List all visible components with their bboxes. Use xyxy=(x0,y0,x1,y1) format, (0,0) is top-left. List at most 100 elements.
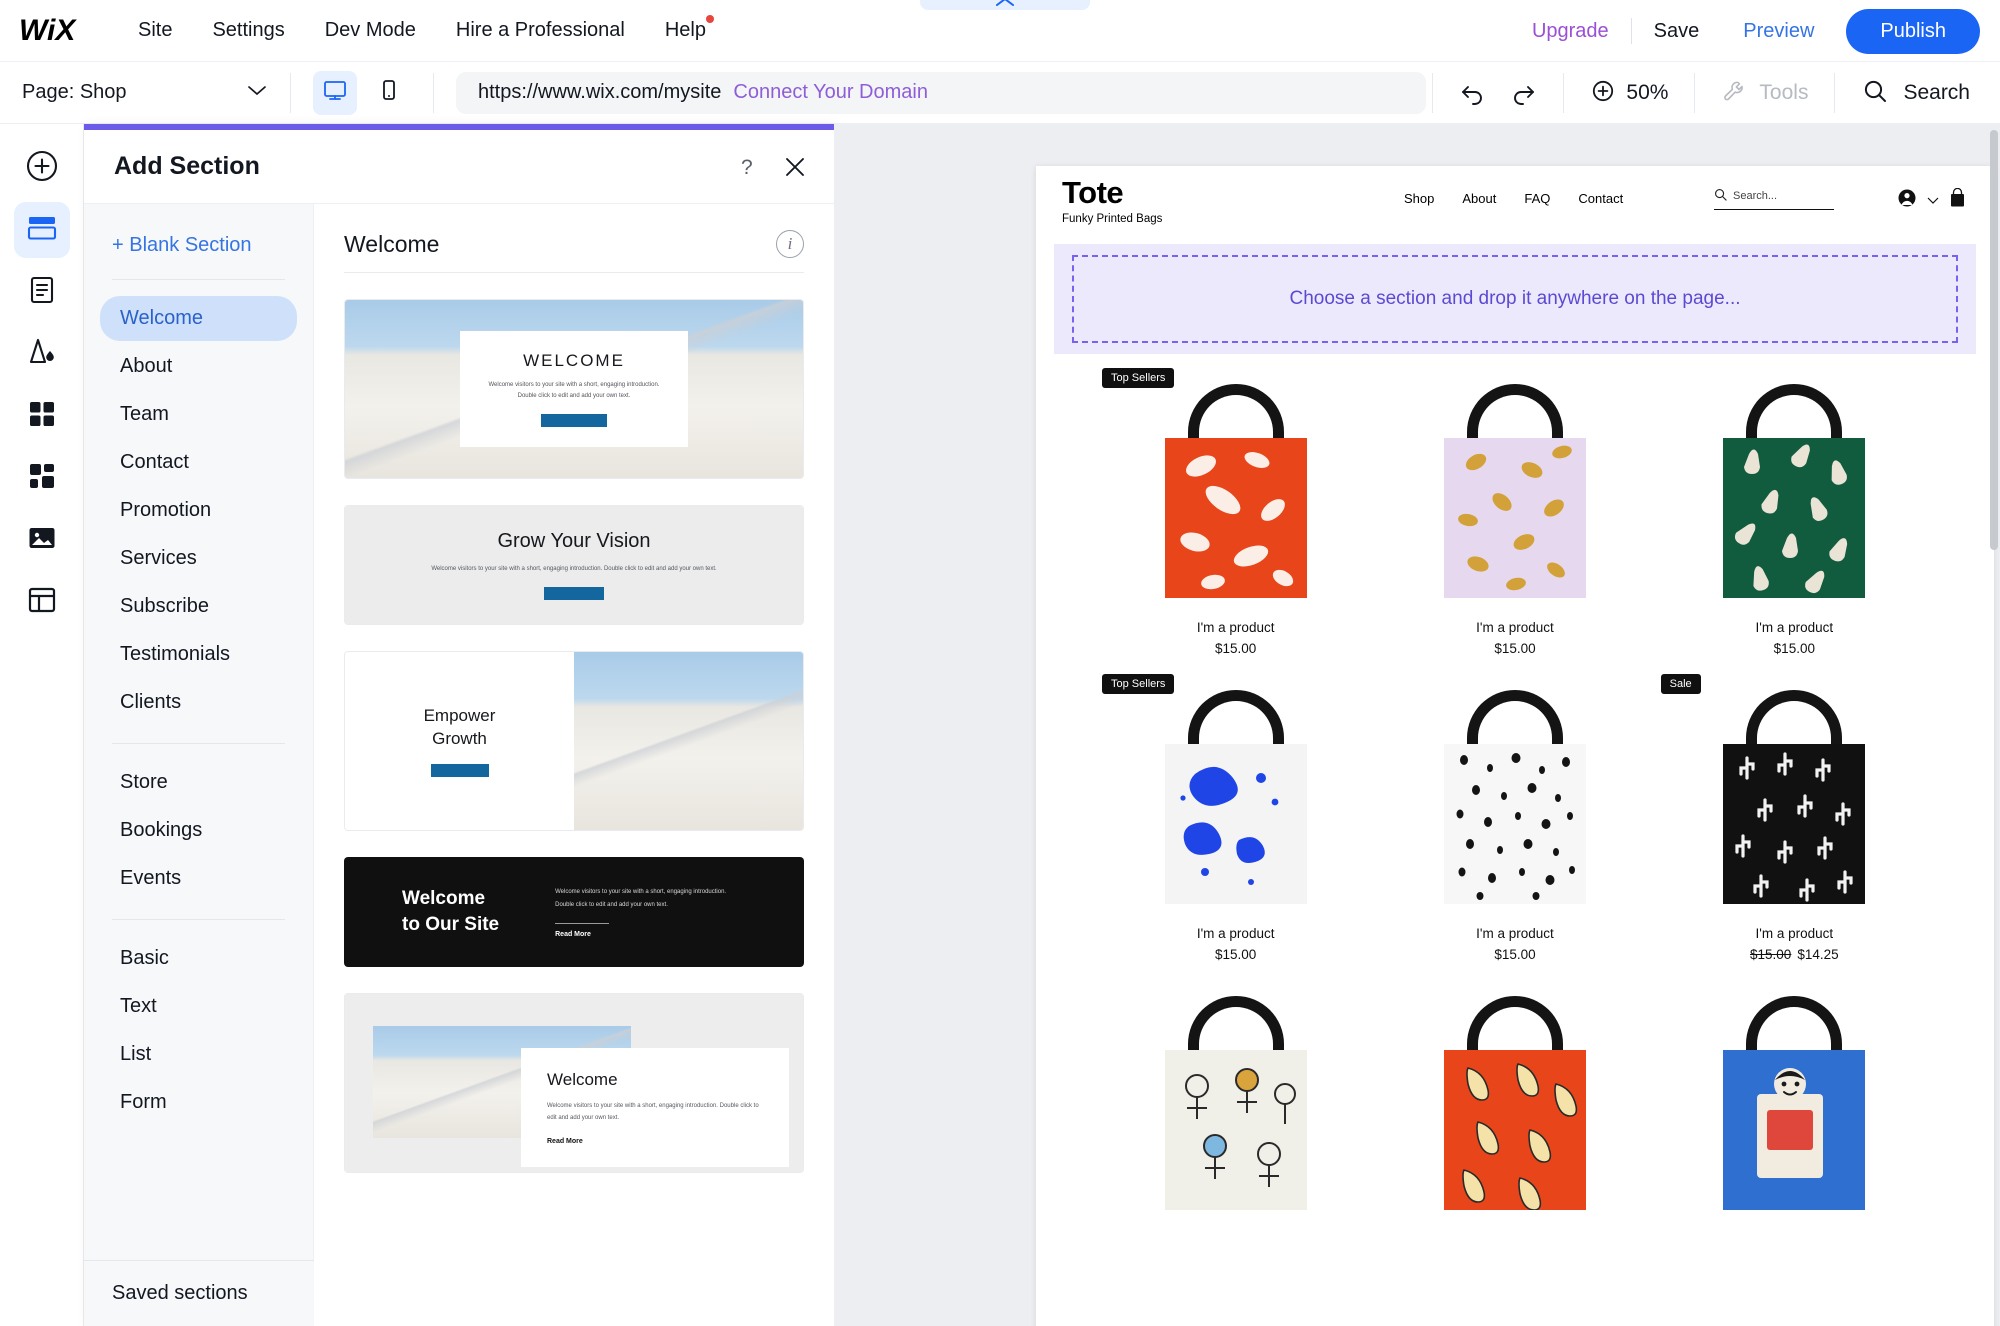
my-business-button[interactable] xyxy=(14,450,70,506)
connect-domain-link[interactable]: Connect Your Domain xyxy=(733,81,928,104)
card-paragraph: Welcome visitors to your site with a sho… xyxy=(555,888,727,908)
blank-section-button[interactable]: + Blank Section xyxy=(84,228,313,275)
menu-hire-a-professional[interactable]: Hire a Professional xyxy=(436,11,645,50)
saved-sections-button[interactable]: Saved sections xyxy=(84,1260,314,1326)
category-list[interactable]: List xyxy=(100,1032,297,1077)
undo-redo-group xyxy=(1433,80,1563,106)
site-search-input[interactable]: Search... xyxy=(1714,188,1834,210)
editor-main-menu: Site Settings Dev Mode Hire a Profession… xyxy=(118,11,726,50)
product-cell[interactable]: Sale I'm a product $15.00 $14.25 xyxy=(1655,674,1934,962)
site-nav-shop[interactable]: Shop xyxy=(1404,191,1434,206)
dropzone-label: Choose a section and drop it anywhere on… xyxy=(1289,288,1741,309)
add-section-button[interactable] xyxy=(13,202,70,258)
product-price: $15.00 xyxy=(1773,641,1815,656)
media-manager-button[interactable] xyxy=(14,512,70,568)
product-cell[interactable]: I'm a product $15.00 xyxy=(1375,674,1654,962)
menu-dev-mode[interactable]: Dev Mode xyxy=(305,11,436,50)
preview-button[interactable]: Preview xyxy=(1721,20,1836,43)
zoom-control[interactable]: 50% xyxy=(1564,78,1694,109)
section-card-welcome-offset[interactable]: Welcome Welcome visitors to your site wi… xyxy=(344,993,804,1173)
panel-title: Add Section xyxy=(114,152,260,180)
category-form[interactable]: Form xyxy=(100,1080,297,1125)
desktop-view-button[interactable] xyxy=(313,70,357,115)
product-cell[interactable]: Top Sellers I'm a product $15.00 xyxy=(1096,674,1375,962)
menu-settings[interactable]: Settings xyxy=(192,11,304,50)
category-text[interactable]: Text xyxy=(100,984,297,1029)
undo-icon[interactable] xyxy=(1459,80,1489,106)
page-selector[interactable]: Page: Shop xyxy=(0,62,290,124)
pages-menu-button[interactable] xyxy=(14,264,70,320)
site-nav-contact[interactable]: Contact xyxy=(1578,191,1623,206)
category-about[interactable]: About xyxy=(100,344,297,389)
menu-help[interactable]: Help xyxy=(645,11,726,50)
add-elements-button[interactable] xyxy=(14,140,70,196)
category-team[interactable]: Team xyxy=(100,392,297,437)
product-cell[interactable] xyxy=(1655,980,1934,1210)
stage-scrollbar[interactable] xyxy=(1990,124,1998,1326)
category-bookings[interactable]: Bookings xyxy=(100,808,297,853)
site-nav-faq[interactable]: FAQ xyxy=(1524,191,1550,206)
product-cell[interactable] xyxy=(1096,980,1375,1210)
section-card-grow-your-vision[interactable]: Grow Your Vision Welcome visitors to you… xyxy=(344,505,804,625)
category-subscribe[interactable]: Subscribe xyxy=(100,584,297,629)
editor-workspace: Add Section ? + Blank Section Welcome Ab… xyxy=(0,124,2000,1326)
save-button[interactable]: Save xyxy=(1632,20,1722,43)
publish-button[interactable]: Publish xyxy=(1846,8,1980,54)
site-url-bar[interactable]: https://www.wix.com/mysite Connect Your … xyxy=(456,71,1426,114)
bag-handle-icon xyxy=(1466,690,1563,752)
section-card-empower-growth[interactable]: Empower Growth xyxy=(344,651,804,831)
category-welcome[interactable]: Welcome xyxy=(100,296,297,341)
bag-handle-icon xyxy=(1746,690,1843,752)
product-cell[interactable]: I'm a product $15.00 xyxy=(1375,368,1654,656)
search-label: Search xyxy=(1903,81,1970,104)
category-services[interactable]: Services xyxy=(100,536,297,581)
product-image xyxy=(1655,380,1934,598)
category-testimonials[interactable]: Testimonials xyxy=(100,632,297,677)
category-clients[interactable]: Clients xyxy=(100,680,297,725)
puzzle-icon xyxy=(26,460,58,497)
product-cell[interactable]: Top Sellers I'm a product $15.00 xyxy=(1096,368,1375,656)
search-icon xyxy=(1861,77,1889,110)
theme-icon xyxy=(26,336,58,373)
product-name: I'm a product xyxy=(1476,926,1554,941)
category-basic[interactable]: Basic xyxy=(100,936,297,981)
section-dropzone[interactable]: Choose a section and drop it anywhere on… xyxy=(1054,244,1976,354)
plus-icon xyxy=(25,149,59,188)
product-cell[interactable]: I'm a product $15.00 xyxy=(1655,368,1934,656)
redo-icon[interactable] xyxy=(1507,80,1537,106)
layout-icon xyxy=(26,584,58,621)
product-cell[interactable] xyxy=(1375,980,1654,1210)
product-image xyxy=(1655,686,1934,904)
chevron-down-icon[interactable] xyxy=(1927,192,1939,210)
dropzone-outline: Choose a section and drop it anywhere on… xyxy=(1072,255,1958,343)
mobile-view-button[interactable] xyxy=(367,71,411,115)
site-brand[interactable]: Tote Funky Printed Bags xyxy=(1062,177,1162,225)
upgrade-button[interactable]: Upgrade xyxy=(1510,20,1631,43)
question-mark-icon[interactable]: ? xyxy=(734,154,760,180)
app-market-button[interactable] xyxy=(14,388,70,444)
wix-logo[interactable]: WiX xyxy=(16,11,94,51)
product-price: $15.00 xyxy=(1494,947,1536,962)
site-nav-about[interactable]: About xyxy=(1462,191,1496,206)
tools-label: Tools xyxy=(1759,81,1809,104)
site-design-button[interactable] xyxy=(14,326,70,382)
close-icon[interactable] xyxy=(782,154,808,180)
cart-icon[interactable] xyxy=(1949,187,1966,213)
tools-button[interactable]: Tools xyxy=(1695,78,1834,109)
account-icon[interactable] xyxy=(1897,188,1917,213)
category-store[interactable]: Store xyxy=(100,760,297,805)
category-promotion[interactable]: Promotion xyxy=(100,488,297,533)
info-icon[interactable]: i xyxy=(776,230,804,258)
layouts-button[interactable] xyxy=(14,574,70,630)
category-contact[interactable]: Contact xyxy=(100,440,297,485)
category-events[interactable]: Events xyxy=(100,856,297,901)
zoom-level-label: 50% xyxy=(1626,81,1669,104)
section-card-welcome-to-our-site[interactable]: Welcome to Our Site Welcome visitors to … xyxy=(344,857,804,967)
scrollbar-thumb[interactable] xyxy=(1990,130,1998,550)
section-card-welcome-centered[interactable]: WELCOME Welcome visitors to your site wi… xyxy=(344,299,804,479)
search-button[interactable]: Search xyxy=(1835,77,2000,110)
collapse-tab-handle[interactable] xyxy=(920,0,1090,10)
menu-site[interactable]: Site xyxy=(118,11,192,50)
product-price: $15.00 xyxy=(1494,641,1536,656)
card-heading: Welcome to Our Site xyxy=(402,888,500,935)
